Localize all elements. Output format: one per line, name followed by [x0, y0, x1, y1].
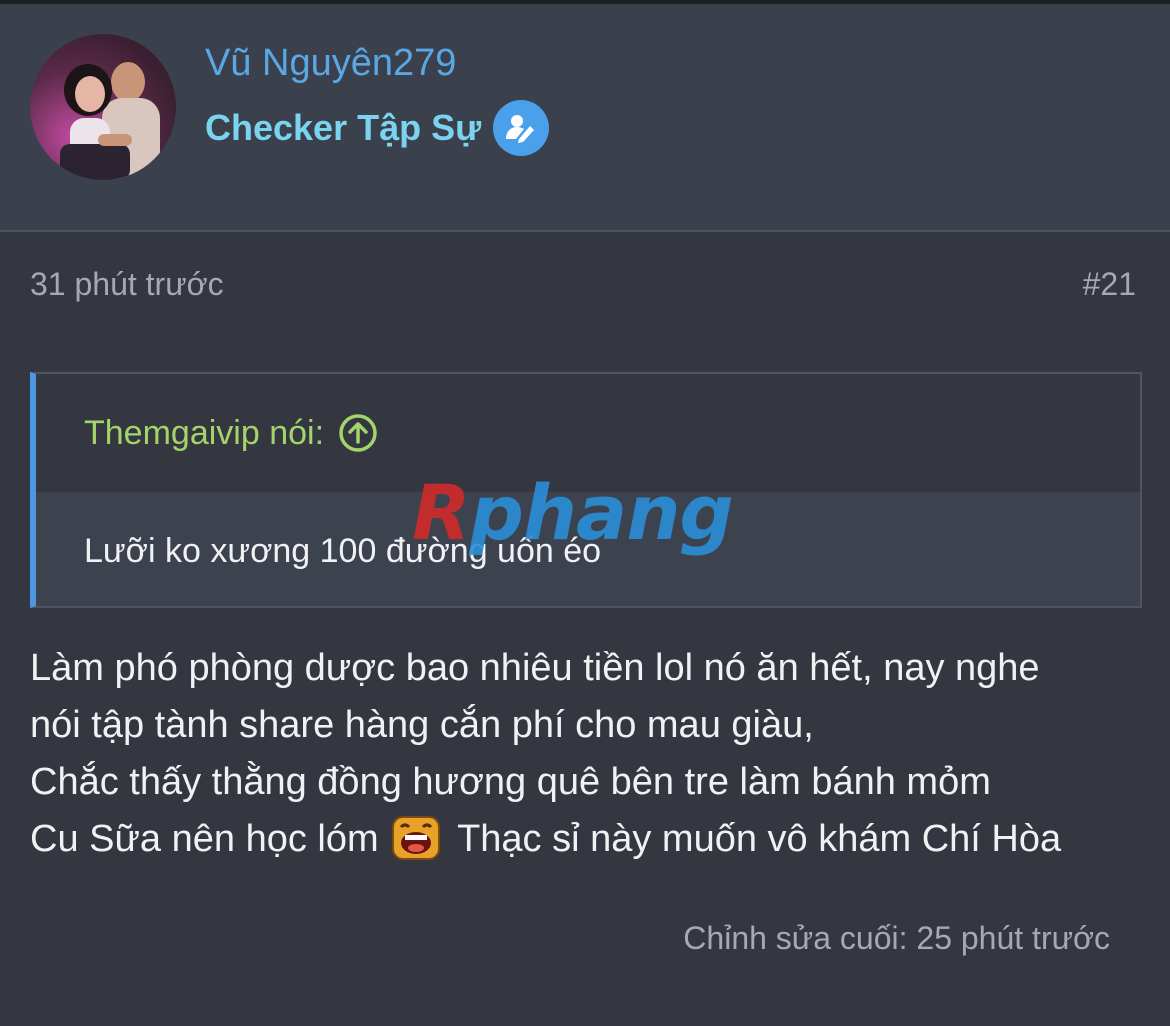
quote-text: Lưỡi ko xương 100 đường uốn éo [84, 532, 602, 570]
quote-body: Lưỡi ko xương 100 đường uốn éo [36, 492, 1140, 606]
post-line: Cu Sữa nên học lóm Thạc sỉ này muốn vô k… [30, 811, 1150, 868]
post-line: nói tập tành share hàng cắn phí cho mau … [30, 704, 814, 746]
post-timestamp[interactable]: 31 phút trước [30, 266, 224, 303]
quote-header: Themgaivip nói: [36, 374, 1140, 492]
user-rank: Checker Tập Sự [205, 100, 550, 156]
username[interactable]: Vũ Nguyên279 [205, 42, 456, 85]
user-edit-icon [493, 100, 550, 156]
post-text-before-emoji: Cu Sữa nên học lóm [30, 818, 379, 860]
quote-author: Themgaivip nói: [84, 413, 325, 452]
post-author-header: Vũ Nguyên279 Checker Tập Sự [0, 4, 1170, 232]
arrow-up-circle-icon[interactable] [338, 413, 378, 453]
post-text-after-emoji: Thạc sỉ này muốn vô khám Chí Hòa [457, 818, 1062, 860]
post-line: Chắc thấy thằng đồng hương quê bên tre l… [30, 761, 991, 803]
post-number[interactable]: #21 [1083, 266, 1136, 303]
avatar-photo [30, 34, 176, 180]
last-edited-note: Chỉnh sửa cuối: 25 phút trước [683, 920, 1110, 956]
user-rank-label: Checker Tập Sự [205, 107, 482, 148]
quote-block: Themgaivip nói: Lưỡi ko xương 100 đường … [30, 372, 1142, 608]
avatar[interactable] [30, 34, 176, 180]
post-body: Làm phó phòng dược bao nhiêu tiền lol nó… [30, 640, 1150, 868]
post-line: Làm phó phòng dược bao nhiêu tiền lol nó… [30, 647, 1040, 689]
laughing-emoji-icon [392, 815, 441, 860]
